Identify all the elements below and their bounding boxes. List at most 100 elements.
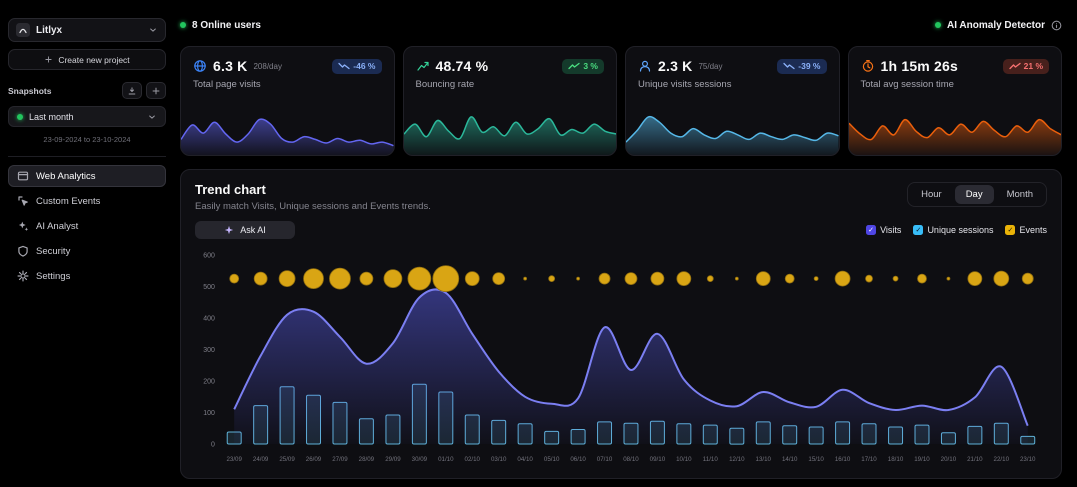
legend-unique-sessions[interactable]: ✓ Unique sessions <box>913 225 993 235</box>
plus-icon <box>44 55 53 64</box>
svg-text:200: 200 <box>203 378 215 385</box>
svg-text:13/10: 13/10 <box>756 456 772 463</box>
ask-ai-button[interactable]: Ask AI <box>195 221 295 239</box>
legend-label: Unique sessions <box>927 225 993 235</box>
stat-card-avg-session-time: 1h 15m 26s 21 % Total avg session time <box>848 46 1063 156</box>
checkbox-icon[interactable]: ✓ <box>866 225 876 235</box>
project-name: Litlyx <box>36 25 142 36</box>
checkbox-icon[interactable]: ✓ <box>913 225 923 235</box>
stat-value: 2.3 K <box>658 58 692 74</box>
sparkline-chart <box>626 99 839 155</box>
svg-text:0: 0 <box>211 441 215 448</box>
status-dot <box>17 114 23 120</box>
trend-chart-title: Trend chart <box>195 182 431 197</box>
sidebar-item-label: Custom Events <box>36 196 100 207</box>
legend-visits[interactable]: ✓ Visits <box>866 225 901 235</box>
svg-text:21/10: 21/10 <box>967 456 983 463</box>
app-root: Litlyx Create new project Snapshots <box>0 0 1077 487</box>
sparkles-icon <box>17 220 29 232</box>
trend-badge: -46 % <box>332 59 381 74</box>
svg-text:07/10: 07/10 <box>597 456 613 463</box>
trend-badge-value: -46 % <box>353 61 375 71</box>
online-users: 8 Online users <box>180 20 261 31</box>
topbar: 8 Online users AI Anomaly Detector <box>180 14 1062 36</box>
trend-chart-area: 010020030040050060023/0924/0925/0926/092… <box>195 245 1047 468</box>
cursor-click-icon <box>17 195 29 207</box>
trend-badge-value: -39 % <box>798 61 820 71</box>
chart-legend: ✓ Visits ✓ Unique sessions ✓ Events <box>866 225 1047 235</box>
svg-text:17/10: 17/10 <box>861 456 877 463</box>
sidebar-item-label: Settings <box>36 271 70 282</box>
sidebar-item-web-analytics[interactable]: Web Analytics <box>8 165 166 187</box>
download-icon <box>127 86 137 96</box>
online-dot <box>180 22 186 28</box>
sidebar-item-label: AI Analyst <box>36 221 78 232</box>
granularity-hour-button[interactable]: Hour <box>910 185 953 204</box>
svg-text:14/10: 14/10 <box>782 456 798 463</box>
svg-text:10/10: 10/10 <box>676 456 692 463</box>
trend-chart[interactable]: 010020030040050060023/0924/0925/0926/092… <box>195 245 1047 468</box>
snapshots-header: Snapshots <box>8 82 166 99</box>
svg-text:500: 500 <box>203 284 215 291</box>
svg-text:26/09: 26/09 <box>306 456 322 463</box>
svg-text:25/09: 25/09 <box>279 456 295 463</box>
snapshot-download-button[interactable] <box>122 82 142 99</box>
granularity-day-button[interactable]: Day <box>955 185 994 204</box>
svg-text:04/10: 04/10 <box>517 456 533 463</box>
svg-text:22/10: 22/10 <box>994 456 1010 463</box>
stat-value: 48.74 % <box>436 58 489 74</box>
info-icon[interactable] <box>1051 20 1062 31</box>
snapshot-period-value: Last month <box>29 112 141 122</box>
stat-card-bouncing-rate: 48.74 % 3 % Bouncing rate <box>403 46 618 156</box>
globe-icon <box>193 59 207 73</box>
browser-analytics-icon <box>17 170 29 182</box>
svg-text:30/09: 30/09 <box>412 456 428 463</box>
shield-icon <box>17 245 29 257</box>
create-project-button[interactable]: Create new project <box>8 49 166 70</box>
sidebar-item-ai-analyst[interactable]: AI Analyst <box>8 215 166 237</box>
stat-value: 1h 15m 26s <box>881 58 959 74</box>
svg-text:23/10: 23/10 <box>1020 456 1036 463</box>
stat-sub-value: 75/day <box>698 62 722 71</box>
trend-badge-value: 21 % <box>1024 61 1043 71</box>
stat-label: Bouncing rate <box>404 74 617 90</box>
bounce-rate-icon <box>416 59 430 73</box>
legend-label: Visits <box>880 225 901 235</box>
svg-text:09/10: 09/10 <box>650 456 666 463</box>
snapshot-add-button[interactable] <box>146 82 166 99</box>
checkbox-icon[interactable]: ✓ <box>1005 225 1015 235</box>
ask-ai-label: Ask AI <box>240 225 266 235</box>
sidebar-item-custom-events[interactable]: Custom Events <box>8 190 166 212</box>
svg-text:06/10: 06/10 <box>570 456 586 463</box>
trend-badge-value: 3 % <box>583 61 598 71</box>
granularity-month-button[interactable]: Month <box>996 185 1044 204</box>
gear-icon <box>17 270 29 282</box>
main-content: 8 Online users AI Anomaly Detector 6.3 K… <box>180 8 1062 479</box>
svg-text:08/10: 08/10 <box>623 456 639 463</box>
sparkline-chart <box>849 99 1062 155</box>
project-selector[interactable]: Litlyx <box>8 18 166 42</box>
svg-text:01/10: 01/10 <box>438 456 454 463</box>
stat-value: 6.3 K <box>213 58 247 74</box>
svg-text:02/10: 02/10 <box>465 456 481 463</box>
sidebar-item-security[interactable]: Security <box>8 240 166 262</box>
svg-text:16/10: 16/10 <box>835 456 851 463</box>
snapshots-label: Snapshots <box>8 86 51 96</box>
svg-text:15/10: 15/10 <box>808 456 824 463</box>
granularity-toggle: Hour Day Month <box>907 182 1047 207</box>
litlyx-logo-icon <box>16 23 30 37</box>
anomaly-status-dot <box>935 22 941 28</box>
svg-text:23/09: 23/09 <box>226 456 242 463</box>
chevron-down-icon <box>148 25 158 35</box>
svg-text:24/09: 24/09 <box>253 456 269 463</box>
svg-text:11/10: 11/10 <box>703 456 719 463</box>
svg-text:18/10: 18/10 <box>888 456 904 463</box>
svg-text:05/10: 05/10 <box>544 456 560 463</box>
svg-text:12/10: 12/10 <box>729 456 745 463</box>
snapshot-period-select[interactable]: Last month <box>8 106 166 127</box>
svg-text:600: 600 <box>203 252 215 259</box>
timer-icon <box>861 59 875 73</box>
sidebar-item-settings[interactable]: Settings <box>8 265 166 287</box>
legend-events[interactable]: ✓ Events <box>1005 225 1047 235</box>
plus-icon <box>151 86 161 96</box>
